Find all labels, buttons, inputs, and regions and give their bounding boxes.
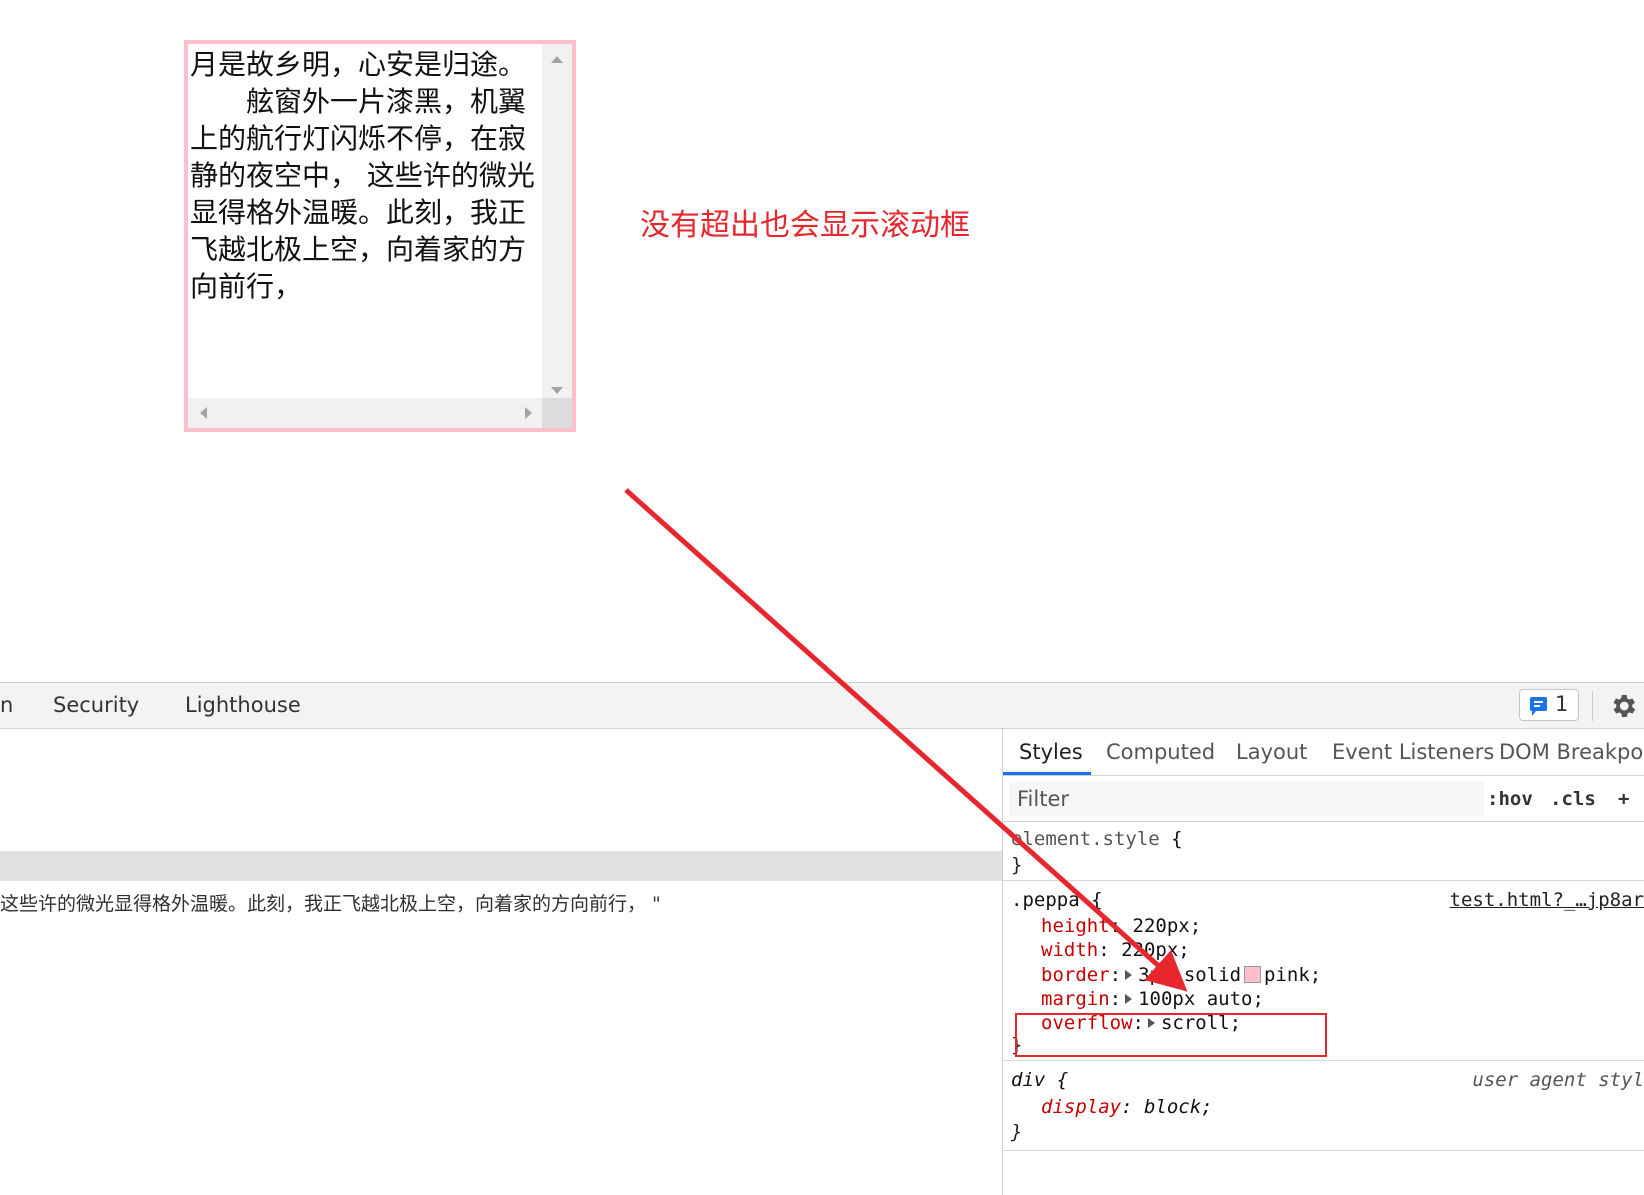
annotation-arrow-icon <box>624 488 1188 992</box>
